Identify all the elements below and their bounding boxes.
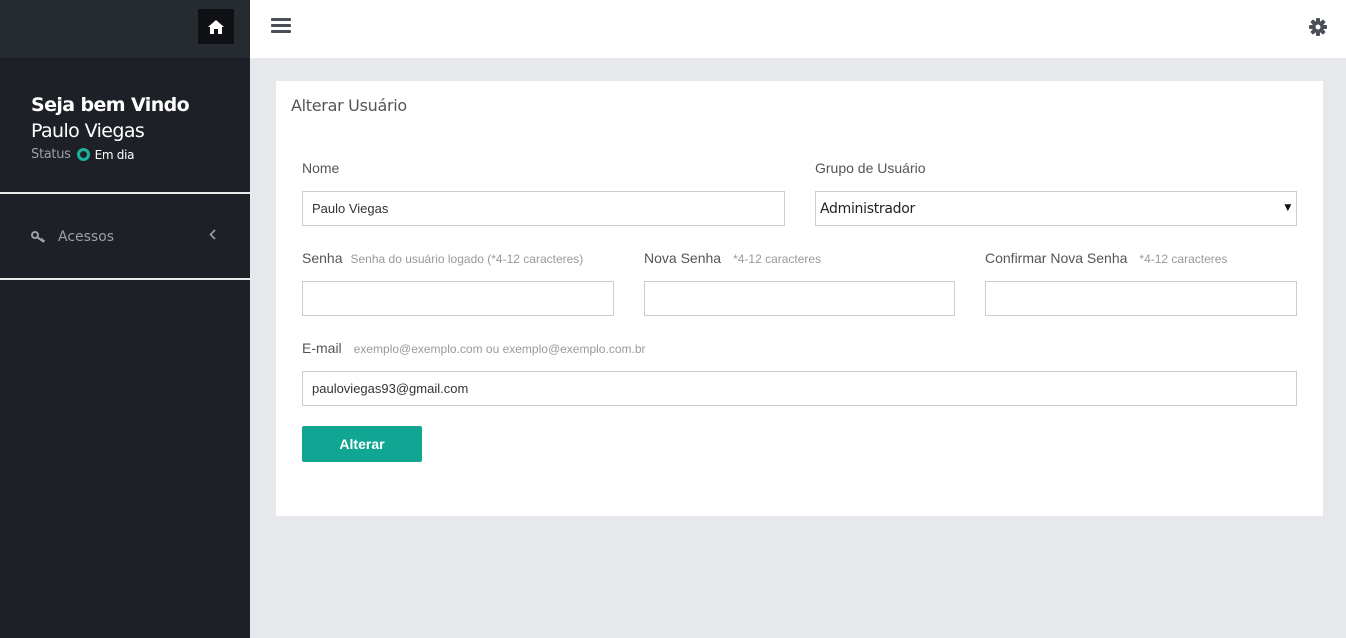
home-button[interactable] [198,9,234,44]
nova-senha-label: Nova Senha *4-12 caracteres [644,250,821,266]
sidebar-item-label: Acessos [58,229,115,245]
status-value: Em dia [94,147,135,162]
sidebar-menu: Acessos [0,194,250,280]
email-label: E-mail exemplo@exemplo.com ou exemplo@exe… [302,340,646,356]
email-label-text: E-mail [302,340,342,356]
alterar-button[interactable]: Alterar [302,426,422,462]
sidebar-item-acessos[interactable]: Acessos [31,226,216,248]
sidebar-header [0,0,250,58]
gear-icon[interactable] [1309,18,1327,36]
home-icon [208,19,224,34]
welcome-block: Seja bem Vindo Paulo Viegas Status Em di… [0,58,250,194]
status-label: Status [31,147,71,162]
email-field[interactable] [302,371,1297,406]
menu-toggle-icon[interactable] [271,18,291,36]
confirmar-senha-hint: *4-12 caracteres [1139,252,1228,266]
edit-user-panel: Alterar Usuário Nome Grupo de Usuário Ad… [276,81,1323,516]
senha-label-text: Senha [302,250,343,266]
confirmar-senha-field[interactable] [985,281,1297,316]
status-indicator-icon [76,148,90,161]
grupo-selected-value: Administrador [820,200,915,217]
nova-senha-field[interactable] [644,281,955,316]
grupo-label: Grupo de Usuário [815,160,926,176]
status-line: Status Em dia [31,147,250,162]
key-icon [31,231,46,243]
nome-label-text: Nome [302,160,340,176]
grupo-label-text: Grupo de Usuário [815,160,926,176]
senha-label: Senha Senha do usuário logado (*4-12 cara… [302,250,583,266]
confirmar-senha-label: Confirmar Nova Senha *4-12 caracteres [985,250,1227,266]
nome-label: Nome [302,160,339,176]
top-bar [250,0,1346,58]
panel-title: Alterar Usuário [291,96,407,115]
chevron-left-icon [209,229,216,240]
grupo-select[interactable]: Administrador ▼ [815,191,1297,226]
sidebar: Seja bem Vindo Paulo Viegas Status Em di… [0,0,250,638]
caret-down-icon: ▼ [1284,203,1291,213]
user-name: Paulo Viegas [31,120,145,142]
welcome-title: Seja bem Vindo [31,94,190,116]
senha-field[interactable] [302,281,614,316]
confirmar-senha-label-text: Confirmar Nova Senha [985,250,1128,266]
senha-hint: Senha do usuário logado (*4-12 caractere… [350,252,584,266]
email-hint: exemplo@exemplo.com ou exemplo@exemplo.c… [353,342,646,356]
nome-field[interactable] [302,191,785,226]
nova-senha-label-text: Nova Senha [644,250,722,266]
nova-senha-hint: *4-12 caracteres [733,252,822,266]
